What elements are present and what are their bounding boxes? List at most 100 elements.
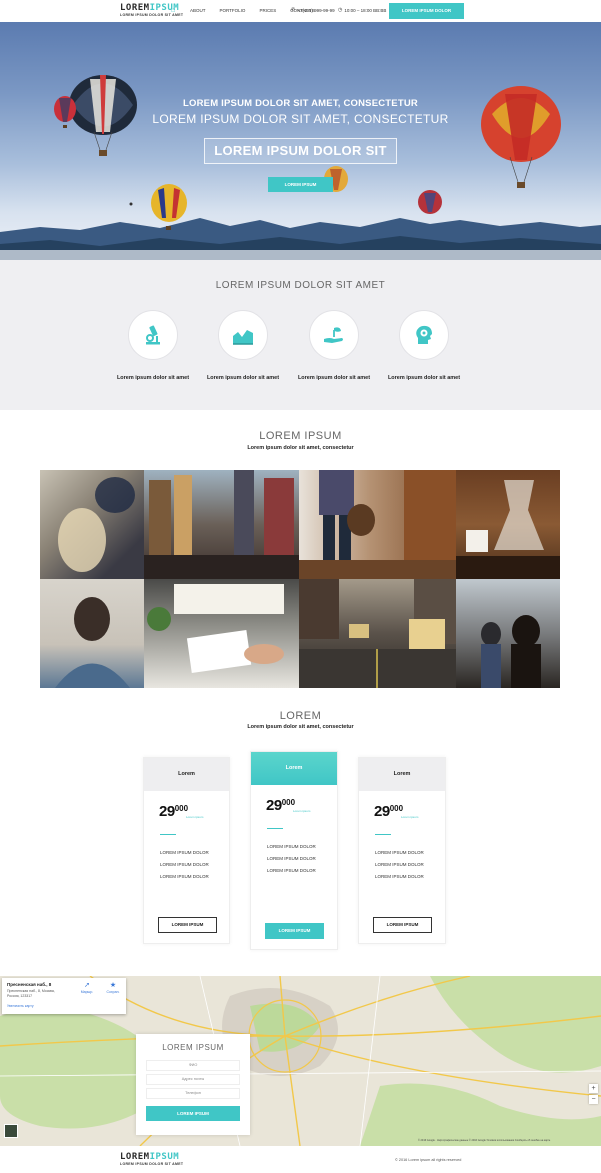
microscope-icon: [146, 325, 160, 345]
price-note: Lorem ipsum: [186, 815, 204, 819]
plant-hand-icon: [324, 327, 343, 343]
price-note: Lorem ipsum: [293, 809, 311, 813]
hero-boxed-title: LOREM IPSUM DOLOR SIT: [204, 138, 397, 164]
pricing-feature-list: LOREM IPSUM DOLOR LOREM IPSUM DOLOR LORE…: [160, 847, 229, 883]
features-section: LOREM IPSUM DOLOR SIT AMET Lorem ipsum d…: [0, 260, 601, 410]
form-submit-button[interactable]: LOREM IPSUM: [146, 1106, 240, 1121]
hero-section: LOREM IPSUM DOLOR SIT AMET, CONSECTETUR …: [0, 22, 601, 260]
map-address: Пресненская наб., 8: [7, 982, 52, 987]
pricing-feature-list: LOREM IPSUM DOLOR LOREM IPSUM DOLOR LORE…: [267, 841, 337, 877]
footer-logo[interactable]: LOREMIPSUM LOREM IPSUM DOLOR SIT AMET: [120, 1152, 183, 1167]
gallery-photo-woman-phone[interactable]: [40, 470, 144, 579]
footer-logo-part2: IPSUM: [149, 1152, 180, 1162]
footer: LOREMIPSUM LOREM IPSUM DOLOR SIT AMET © …: [0, 1146, 601, 1173]
features-title: LOREM IPSUM DOLOR SIT AMET: [215, 280, 386, 291]
working-hours: 10:00 – 18:00 ВВ:ВВ: [344, 8, 387, 13]
map-copyright: © 2016 Google · Картографические данные …: [418, 1139, 551, 1142]
map-save-label: Сохран.: [106, 990, 120, 994]
hero-subheadline: LOREM IPSUM DOLOR SIT AMET, CONSECTETUR: [152, 112, 449, 126]
pricing-feature: LOREM IPSUM DOLOR: [160, 874, 209, 879]
contact-form: LOREM IPSUM ФИО Адрес почты Телефон LORE…: [136, 1034, 250, 1135]
gallery-photo-art: [481, 615, 541, 688]
gallery-photo-art: [147, 584, 284, 674]
header-cta-button[interactable]: LOREM IPSUM DOLOR: [389, 3, 464, 19]
gallery-title: LOREM IPSUM: [259, 430, 342, 442]
feature-label: Lorem ipsum dolor sit amet: [116, 375, 190, 381]
hours-contact: ◷ 10:00 – 18:00 ВВ:ВВ: [338, 7, 386, 14]
map-satellite-toggle[interactable]: [4, 1124, 18, 1138]
pricing-card-price: 29000 Lorem ipsum: [374, 803, 445, 825]
pricing-feature: LOREM IPSUM DOLOR: [267, 868, 316, 873]
feature-icon-circle: [309, 310, 359, 360]
pricing-card-button[interactable]: LOREM IPSUM: [158, 917, 217, 933]
hero-cta-button[interactable]: LOREM IPSUM: [268, 177, 333, 192]
gallery-subtitle: Lorem ipsum dolor sit amet, consectetur: [247, 445, 354, 451]
form-title: LOREM IPSUM: [162, 1043, 224, 1052]
name-field[interactable]: ФИО: [146, 1060, 240, 1071]
nav-item-about[interactable]: ABOUT: [190, 7, 206, 14]
map-zoom-out-button[interactable]: −: [589, 1095, 598, 1104]
map-info-card: Пресненская наб., 8 Пресненская наб., 8,…: [2, 978, 126, 1014]
feature-label: Lorem ipsum dolor sit amet: [387, 375, 461, 381]
pricing-card-button[interactable]: LOREM IPSUM: [265, 923, 324, 939]
gallery-photo-coffee[interactable]: [456, 470, 560, 579]
email-field[interactable]: Адрес почты: [146, 1074, 240, 1085]
gallery-photo-traffic[interactable]: [299, 579, 456, 688]
gallery-photo-city-street[interactable]: [144, 470, 299, 579]
phone-field[interactable]: Телефон: [146, 1088, 240, 1099]
pricing-card-price: 29000 Lorem ipsum: [266, 797, 337, 819]
footer-logo-tagline: LOREM IPSUM DOLOR SIT AMET: [120, 1162, 184, 1166]
pricing-card-name: Lorem: [251, 752, 337, 785]
footer-copyright: © 2016 Lorem ipsum all rights reserved: [395, 1158, 462, 1162]
card-divider: [267, 828, 283, 829]
feature-icon-circle: [399, 310, 449, 360]
price-thousands: 000: [281, 798, 296, 807]
map-zoom-in-button[interactable]: +: [589, 1084, 598, 1093]
map-route-label: Маршр.: [80, 990, 94, 994]
price-thousands: 000: [174, 804, 189, 813]
pricing-feature: LOREM IPSUM DOLOR: [160, 862, 209, 867]
home-icon[interactable]: ⌂: [171, 7, 178, 14]
map-route-button[interactable]: ➚ Маршр.: [76, 981, 98, 994]
hero-headline: LOREM IPSUM DOLOR SIT AMET, CONSECTETUR: [183, 98, 418, 109]
gallery-photo-art: [299, 579, 456, 688]
pricing-card: Lorem 29000 Lorem ipsum LOREM IPSUM DOLO…: [358, 757, 446, 944]
pricing-feature: LOREM IPSUM DOLOR: [375, 850, 424, 855]
gallery-photo-pedestrians[interactable]: [456, 579, 560, 688]
feature-icon-circle: [128, 310, 178, 360]
gallery-photo-traveller[interactable]: [299, 470, 456, 579]
phone-contact[interactable]: ✆ +7(495) 999-99-99: [291, 7, 335, 14]
pricing-card: Lorem 29000 Lorem ipsum LOREM IPSUM DOLO…: [143, 757, 230, 944]
phone-icon: ✆: [291, 7, 296, 13]
nav-item-portfolio[interactable]: PORTFOLIO: [220, 7, 246, 14]
pricing-title: LOREM: [279, 710, 322, 722]
phone-number: +7(495) 999-99-99: [297, 8, 335, 13]
card-divider: [160, 834, 176, 835]
pricing-feature: LOREM IPSUM DOLOR: [375, 874, 424, 879]
gallery-photo-man-blurred[interactable]: [40, 579, 144, 688]
pricing-feature: LOREM IPSUM DOLOR: [160, 850, 209, 855]
feature-item: Lorem ipsum dolor sit amet: [203, 310, 283, 382]
chart-icon: [233, 330, 253, 345]
card-divider: [375, 834, 391, 835]
star-icon: ★: [109, 982, 117, 989]
feature-label: Lorem ipsum dolor sit amet: [297, 375, 371, 381]
pricing-feature: LOREM IPSUM DOLOR: [267, 844, 316, 849]
gallery-photo-desk-writing[interactable]: [144, 579, 299, 688]
clock-icon: ◷: [338, 7, 343, 13]
map-save-button[interactable]: ★ Сохран.: [102, 981, 124, 994]
logo-text-part1: LOREM: [120, 3, 150, 13]
map-enlarge-link[interactable]: Увеличить карту: [7, 1004, 34, 1008]
feature-icon-circle: [218, 310, 268, 360]
map-address-detail: Пресненская наб., 8, Москва, Россия, 123…: [7, 989, 55, 998]
footer-logo-part1: LOREM: [120, 1152, 150, 1162]
pricing-feature: LOREM IPSUM DOLOR: [375, 862, 424, 867]
gallery-photo-art: [58, 477, 135, 572]
pricing-card-button[interactable]: LOREM IPSUM: [373, 917, 432, 933]
nav-item-prices[interactable]: PRICES: [259, 7, 276, 14]
feature-label: Lorem ipsum dolor sit amet: [206, 375, 280, 381]
pricing-card-price: 29000 Lorem ipsum: [159, 803, 229, 825]
map-embed[interactable]: Пресненская наб., 8 Пресненская наб., 8,…: [0, 976, 601, 1146]
pricing-subtitle: Lorem ipsum dolor sit amet, consectetur: [247, 724, 354, 730]
pricing-card-name: Lorem: [359, 758, 445, 791]
